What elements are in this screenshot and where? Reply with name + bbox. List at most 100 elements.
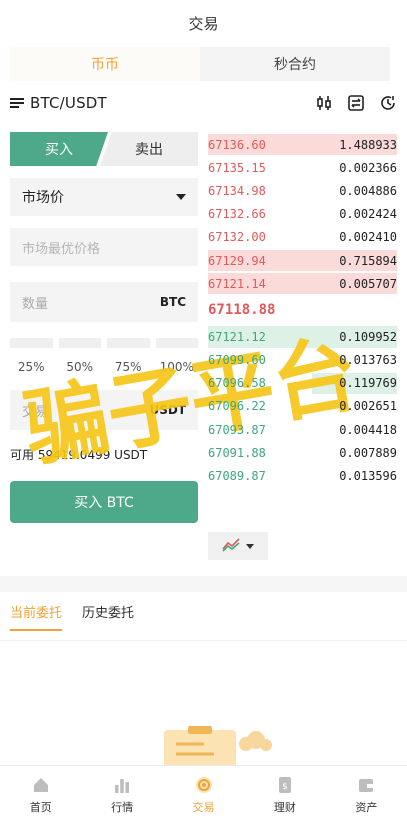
pair-bar: BTC/USDT [10, 88, 397, 118]
history-clock-icon[interactable] [379, 94, 397, 112]
order-price: 67121.12 [208, 329, 266, 344]
page-title: 交易 [188, 14, 219, 33]
order-type-value: 市场价 [22, 190, 64, 206]
pair-selector[interactable]: BTC/USDT [10, 94, 107, 112]
quantity-unit: BTC [159, 295, 186, 309]
order-tabs-underline [0, 640, 407, 641]
home-icon [32, 776, 50, 794]
order-price: 67132.66 [208, 207, 266, 222]
caret-down-icon [246, 543, 254, 549]
ask-row[interactable]: 67132.00 0.002410 [208, 226, 397, 249]
segment-spot[interactable]: 币币 [10, 47, 200, 81]
order-quantity: 0.119769 [339, 376, 397, 391]
ask-row[interactable]: 67129.94 0.715894 [208, 249, 397, 272]
tab-label: 理财 [273, 801, 296, 814]
wallet-doc-icon: $ [276, 776, 294, 794]
bid-row[interactable]: 67099.60 0.013763 [208, 349, 397, 372]
bid-row[interactable]: 67093.87 0.004418 [208, 418, 397, 441]
bid-row[interactable]: 67096.58 0.119769 [208, 372, 397, 395]
ask-row[interactable]: 67134.98 0.004886 [208, 179, 397, 202]
quantity-placeholder: 数量 [22, 296, 49, 312]
caret-down-icon [176, 194, 186, 200]
order-quantity: 0.004886 [339, 183, 397, 198]
order-type-select[interactable]: 市场价 [10, 178, 198, 216]
candlestick-icon[interactable] [315, 94, 333, 112]
tab-label: 行情 [111, 801, 134, 814]
depth-chart-icon [222, 536, 240, 556]
amount-placeholder: 交易 [22, 404, 49, 420]
buy-tab[interactable]: 买入 [10, 132, 108, 166]
ask-row[interactable]: 67135.15 0.002366 [208, 156, 397, 179]
order-book: 67136.60 1.488933 67135.15 0.002366 67134.98… [208, 133, 397, 488]
tab-finance[interactable]: $ 理财 [244, 766, 325, 825]
order-quantity: 0.007889 [339, 445, 397, 460]
order-quantity: 0.715894 [339, 253, 397, 268]
price-field: 市场最优价格 [10, 228, 198, 266]
order-price: 67089.87 [208, 469, 266, 484]
trade-icon [195, 776, 213, 794]
order-quantity: 0.002366 [339, 160, 397, 175]
order-price: 67135.15 [208, 160, 266, 175]
amount-unit: USDT [149, 403, 186, 417]
depth-mode-button[interactable] [208, 532, 268, 560]
buy-submit-button[interactable]: 买入 BTC [10, 481, 198, 523]
exchange-icon[interactable] [347, 94, 365, 112]
price-placeholder: 市场最优价格 [22, 241, 101, 257]
last-price: 67118.88 [208, 302, 276, 319]
tab-order-history[interactable]: 历史委托 [82, 602, 134, 631]
order-price: 67132.00 [208, 230, 266, 245]
order-price: 67093.87 [208, 422, 266, 437]
order-quantity: 0.002651 [339, 399, 397, 414]
order-price: 67096.58 [208, 376, 266, 391]
section-divider [0, 576, 407, 592]
bid-list: 67121.12 0.109952 67099.60 0.013763 67096.58… [208, 325, 397, 487]
percent-selector: 25% 50% 75% 100% [10, 338, 198, 376]
order-quantity: 0.013763 [339, 353, 397, 368]
tab-label: 资产 [355, 801, 378, 814]
tab-home[interactable]: 首页 [0, 766, 81, 825]
bottom-tab-bar: 首页 行情 交易 $ 理财 资产 [0, 765, 407, 825]
pair-name: BTC/USDT [30, 94, 107, 112]
bid-row[interactable]: 67121.12 0.109952 [208, 325, 397, 348]
tab-trade[interactable]: 交易 [163, 766, 244, 825]
percent-75-button[interactable]: 75% [107, 338, 150, 376]
order-quantity: 0.109952 [339, 329, 397, 344]
order-price: 67136.60 [208, 137, 266, 152]
trade-form: 买入 卖出 市场价 市场最优价格 数量 BTC 25% 50% 75% 100%… [10, 132, 198, 523]
amount-input[interactable]: 交易 USDT [10, 390, 198, 430]
side-tabs: 买入 卖出 [10, 132, 198, 166]
order-quantity: 0.002424 [339, 207, 397, 222]
asset-icon [357, 776, 375, 794]
percent-100-button[interactable]: 100% [155, 338, 199, 376]
quantity-input[interactable]: 数量 BTC [10, 282, 198, 322]
ask-row[interactable]: 67136.60 1.488933 [208, 133, 397, 156]
order-price: 67134.98 [208, 183, 266, 198]
percent-50-button[interactable]: 50% [58, 338, 102, 376]
order-price: 67091.88 [208, 445, 266, 460]
tab-market[interactable]: 行情 [81, 766, 162, 825]
order-price: 67129.94 [208, 253, 266, 268]
segment-second-contract[interactable]: 秒合约 [200, 47, 390, 81]
ask-row[interactable]: 67121.14 0.005707 [208, 272, 397, 295]
tab-assets[interactable]: 资产 [326, 766, 407, 825]
order-price: 67096.22 [208, 399, 266, 414]
ask-row[interactable]: 67132.66 0.002424 [208, 203, 397, 226]
market-segment-control: 币币 秒合约 [10, 47, 390, 81]
order-price: 67121.14 [208, 276, 266, 291]
bid-row[interactable]: 67089.87 0.013596 [208, 464, 397, 487]
empty-orders-illustration [162, 724, 274, 770]
order-quantity: 0.013596 [339, 469, 397, 484]
ask-list: 67136.60 1.488933 67135.15 0.002366 67134.98… [208, 133, 397, 295]
top-bar: 交易 [0, 0, 407, 46]
tab-label: 交易 [192, 801, 215, 814]
chart-bars-icon [113, 776, 131, 794]
menu-icon [10, 98, 24, 108]
order-quantity: 0.002410 [339, 230, 397, 245]
bid-row[interactable]: 67096.22 0.002651 [208, 395, 397, 418]
order-quantity: 1.488933 [339, 137, 397, 152]
bid-row[interactable]: 67091.88 0.007889 [208, 441, 397, 464]
order-tabs: 当前委托 历史委托 [10, 602, 134, 640]
sell-tab[interactable]: 卖出 [100, 132, 198, 166]
tab-current-orders[interactable]: 当前委托 [10, 602, 63, 631]
percent-25-button[interactable]: 25% [10, 338, 53, 376]
